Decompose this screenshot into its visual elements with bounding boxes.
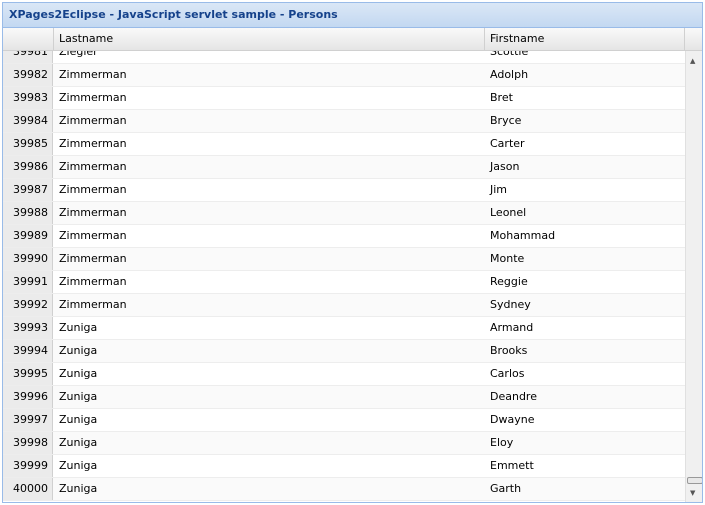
firstname-cell: Mohammad <box>490 229 556 242</box>
firstname-column-header[interactable]: Firstname <box>485 28 685 50</box>
table-row[interactable]: 39987 Zimmerman Jim <box>3 179 685 202</box>
firstname-cell: Bryce <box>490 114 522 127</box>
lastname-cell: Zimmerman <box>59 68 127 81</box>
lastname-cell: Zimmerman <box>59 229 127 242</box>
row-number: 39991 <box>3 271 53 293</box>
scroll-down-arrow-icon[interactable]: ▼ <box>690 489 695 497</box>
table-row[interactable]: 39983 Zimmerman Bret <box>3 87 685 110</box>
vertical-scrollbar[interactable]: ▲ ▼ <box>685 51 702 502</box>
firstname-cell: Deandre <box>490 390 537 403</box>
table-row[interactable]: 39988 Zimmerman Leonel <box>3 202 685 225</box>
lastname-cell: Zimmerman <box>59 114 127 127</box>
row-number: 39992 <box>3 294 53 316</box>
row-number: 39986 <box>3 156 53 178</box>
lastname-cell: Zuniga <box>59 413 98 426</box>
firstname-cell: Garth <box>490 482 522 495</box>
table-row[interactable]: 39991 Zimmerman Reggie <box>3 271 685 294</box>
table-row[interactable]: 39998 Zuniga Eloy <box>3 432 685 455</box>
table-row[interactable]: 39996 Zuniga Deandre <box>3 386 685 409</box>
firstname-cell: Leonel <box>490 206 527 219</box>
firstname-cell: Reggie <box>490 275 528 288</box>
lastname-cell: Zuniga <box>59 482 98 495</box>
table-row[interactable]: 39989 Zimmerman Mohammad <box>3 225 685 248</box>
row-number: 39985 <box>3 133 53 155</box>
row-number: 39999 <box>3 455 53 477</box>
row-number: 39989 <box>3 225 53 247</box>
row-number: 39982 <box>3 64 53 86</box>
row-number: 39981 <box>3 51 53 63</box>
row-number: 39996 <box>3 386 53 408</box>
lastname-cell: Zimmerman <box>59 206 127 219</box>
lastname-cell: Zimmerman <box>59 183 127 196</box>
row-number-header <box>3 28 54 50</box>
row-number: 39983 <box>3 87 53 109</box>
grid-header: Lastname Firstname <box>3 28 702 51</box>
lastname-cell: Zuniga <box>59 459 98 472</box>
row-number: 39997 <box>3 409 53 431</box>
table-row[interactable]: 39986 Zimmerman Jason <box>3 156 685 179</box>
persons-grid-panel: XPages2Eclipse - JavaScript servlet samp… <box>2 2 703 503</box>
row-number: 39994 <box>3 340 53 362</box>
firstname-cell: Jason <box>490 160 520 173</box>
row-number: 39988 <box>3 202 53 224</box>
grid-body: 39981 Ziegler Scottie 39982 Zimmerman Adolph 3… <box>3 51 685 502</box>
row-number: 39990 <box>3 248 53 270</box>
firstname-cell: Armand <box>490 321 534 334</box>
firstname-cell: Eloy <box>490 436 514 449</box>
table-row[interactable]: 39990 Zimmerman Monte <box>3 248 685 271</box>
lastname-cell: Zimmerman <box>59 298 127 311</box>
firstname-cell: Bret <box>490 91 513 104</box>
lastname-cell: Ziegler <box>59 51 98 58</box>
firstname-cell: Emmett <box>490 459 534 472</box>
firstname-cell: Jim <box>490 183 508 196</box>
row-number: 39984 <box>3 110 53 132</box>
table-row[interactable]: 39981 Ziegler Scottie <box>3 51 685 64</box>
lastname-cell: Zuniga <box>59 367 98 380</box>
row-number: 39995 <box>3 363 53 385</box>
lastname-cell: Zuniga <box>59 390 98 403</box>
lastname-cell: Zuniga <box>59 321 98 334</box>
table-row[interactable]: 39992 Zimmerman Sydney <box>3 294 685 317</box>
firstname-cell: Brooks <box>490 344 528 357</box>
lastname-column-header[interactable]: Lastname <box>54 28 485 50</box>
firstname-cell: Carter <box>490 137 525 150</box>
firstname-cell: Adolph <box>490 68 529 81</box>
panel-title: XPages2Eclipse - JavaScript servlet samp… <box>3 3 702 28</box>
firstname-cell: Sydney <box>490 298 531 311</box>
row-number: 39998 <box>3 432 53 454</box>
table-row[interactable]: 39999 Zuniga Emmett <box>3 455 685 478</box>
row-number: 39993 <box>3 317 53 339</box>
table-row[interactable]: 39984 Zimmerman Bryce <box>3 110 685 133</box>
table-row[interactable]: 39995 Zuniga Carlos <box>3 363 685 386</box>
firstname-cell: Carlos <box>490 367 525 380</box>
lastname-cell: Zimmerman <box>59 137 127 150</box>
table-row[interactable]: 39993 Zuniga Armand <box>3 317 685 340</box>
table-row[interactable]: 39982 Zimmerman Adolph <box>3 64 685 87</box>
lastname-cell: Zuniga <box>59 344 98 357</box>
row-number: 40000 <box>3 478 53 500</box>
table-row[interactable]: 39994 Zuniga Brooks <box>3 340 685 363</box>
table-row[interactable]: 39985 Zimmerman Carter <box>3 133 685 156</box>
lastname-cell: Zimmerman <box>59 91 127 104</box>
scroll-up-arrow-icon[interactable]: ▲ <box>690 57 695 65</box>
lastname-cell: Zimmerman <box>59 160 127 173</box>
table-row[interactable]: 39997 Zuniga Dwayne <box>3 409 685 432</box>
firstname-cell: Dwayne <box>490 413 535 426</box>
scrollbar-thumb[interactable] <box>687 477 702 484</box>
lastname-cell: Zimmerman <box>59 252 127 265</box>
table-row[interactable]: 40000 Zuniga Garth <box>3 478 685 501</box>
lastname-cell: Zimmerman <box>59 275 127 288</box>
firstname-cell: Scottie <box>490 51 529 58</box>
firstname-cell: Monte <box>490 252 525 265</box>
lastname-cell: Zuniga <box>59 436 98 449</box>
row-number: 39987 <box>3 179 53 201</box>
